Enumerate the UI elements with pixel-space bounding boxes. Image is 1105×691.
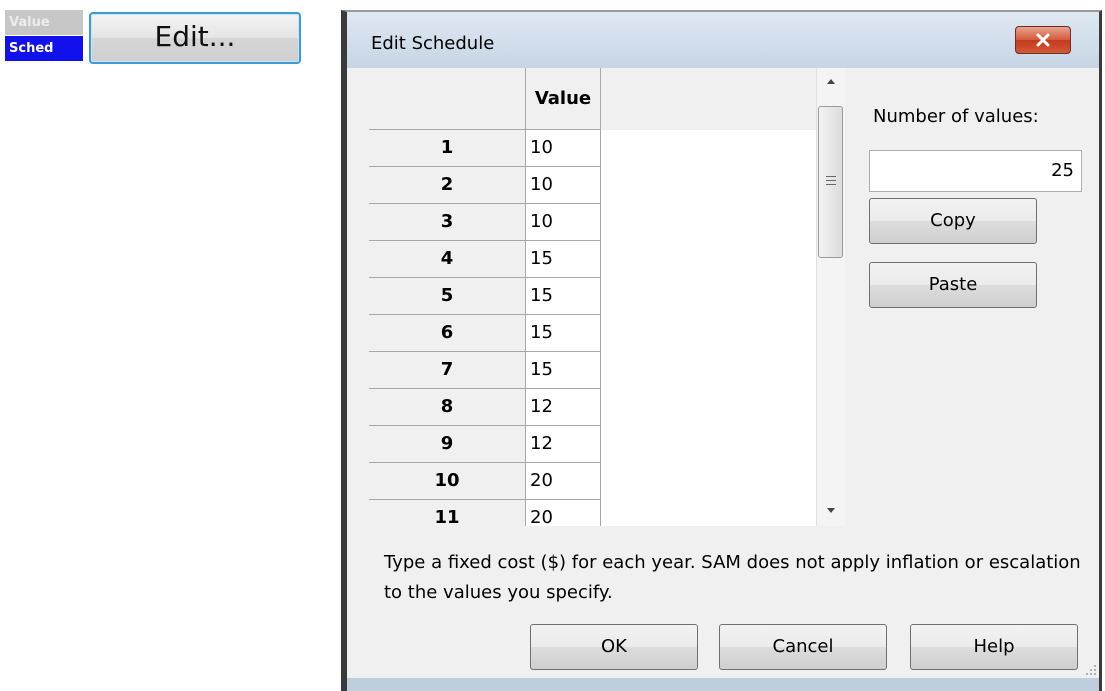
value-column-header: Value: [526, 68, 601, 130]
cancel-button[interactable]: Cancel: [719, 624, 887, 670]
value-cell[interactable]: 15: [526, 241, 601, 278]
close-x-icon: [1036, 33, 1050, 47]
value-cell[interactable]: 12: [526, 426, 601, 463]
value-cell[interactable]: 20: [526, 463, 601, 500]
row-number: 5: [369, 278, 526, 315]
copy-button[interactable]: Copy: [869, 198, 1037, 244]
row-number: 11: [369, 500, 526, 526]
row-number: 6: [369, 315, 526, 352]
value-cell[interactable]: 10: [526, 167, 601, 204]
row-number: 3: [369, 204, 526, 241]
table-row: 5 15: [369, 278, 601, 315]
value-cell[interactable]: 15: [526, 352, 601, 389]
row-number: 7: [369, 352, 526, 389]
row-number: 8: [369, 389, 526, 426]
schedule-grid[interactable]: Value 1 10 2 10 3 10 4 15 5 15 6 15 7 15…: [369, 68, 838, 526]
scroll-up-arrow-icon[interactable]: [825, 76, 837, 88]
edit-schedule-dialog: Edit Schedule Value 1 10 2 10 3 10 4 15 …: [341, 10, 1102, 691]
close-button[interactable]: [1015, 26, 1071, 54]
row-number: 4: [369, 241, 526, 278]
table-row: 10 20: [369, 463, 601, 500]
resize-grip-icon[interactable]: [1085, 664, 1097, 676]
value-cell[interactable]: 10: [526, 204, 601, 241]
row-number: 9: [369, 426, 526, 463]
number-of-values-label: Number of values:: [873, 106, 1039, 127]
value-cell[interactable]: 15: [526, 278, 601, 315]
grid-corner-header: [369, 68, 526, 130]
row-number: 2: [369, 167, 526, 204]
value-cell[interactable]: 20: [526, 500, 601, 526]
number-of-values-input[interactable]: 25: [869, 150, 1082, 192]
table-row: 3 10: [369, 204, 601, 241]
help-button[interactable]: Help: [910, 624, 1078, 670]
dialog-titlebar[interactable]: Edit Schedule: [347, 12, 1099, 68]
value-cell[interactable]: 15: [526, 315, 601, 352]
row-number: 10: [369, 463, 526, 500]
value-cell[interactable]: 10: [526, 130, 601, 167]
value-sched-toggle[interactable]: Value Sched: [5, 10, 83, 62]
table-row: 8 12: [369, 389, 601, 426]
table-row: 4 15: [369, 241, 601, 278]
ok-button[interactable]: OK: [530, 624, 698, 670]
scroll-thumb[interactable]: [818, 106, 843, 258]
row-number: 1: [369, 130, 526, 167]
sched-option[interactable]: Sched: [5, 36, 83, 61]
dialog-title: Edit Schedule: [371, 33, 495, 54]
scroll-down-arrow-icon[interactable]: [825, 504, 837, 516]
edit-schedule-button[interactable]: Edit...: [89, 12, 301, 64]
table-row: 6 15: [369, 315, 601, 352]
value-cell[interactable]: 12: [526, 389, 601, 426]
table-row: 1 10: [369, 130, 601, 167]
table-row: 2 10: [369, 167, 601, 204]
schedule-help-text: Type a fixed cost ($) for each year. SAM…: [384, 552, 1081, 603]
grid-header-fill: [601, 68, 838, 130]
grid-vertical-scrollbar[interactable]: [816, 68, 845, 526]
table-row: 11 20: [369, 500, 601, 526]
table-row: 7 15: [369, 352, 601, 389]
value-option[interactable]: Value: [5, 10, 83, 35]
scroll-grip-icon: [826, 176, 836, 188]
paste-button[interactable]: Paste: [869, 262, 1037, 308]
table-row: 9 12: [369, 426, 601, 463]
dialog-client-area: Value 1 10 2 10 3 10 4 15 5 15 6 15 7 15…: [347, 68, 1099, 678]
